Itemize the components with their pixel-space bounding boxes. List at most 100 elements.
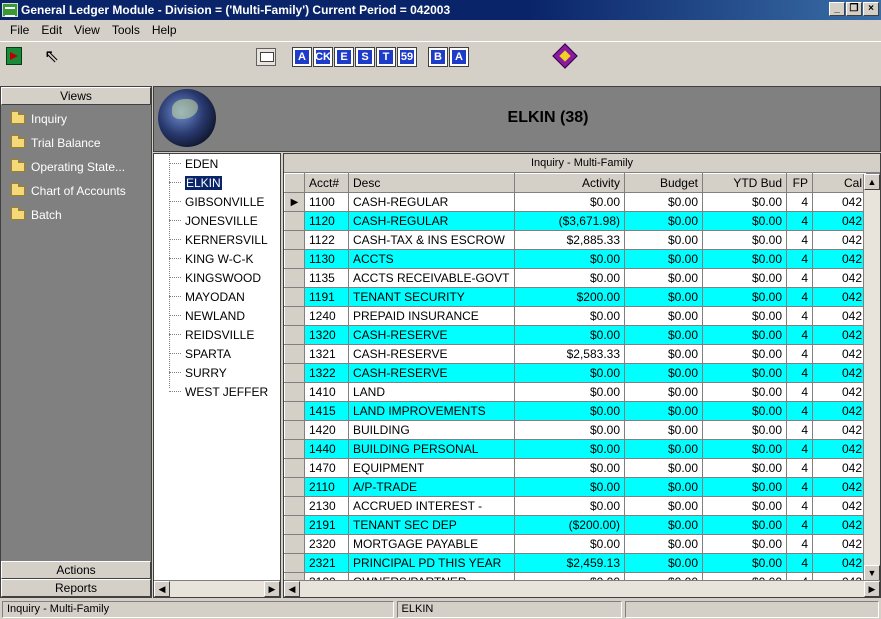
row-indicator[interactable] [284, 401, 305, 421]
table-cell[interactable]: 1415 [304, 401, 349, 421]
row-indicator[interactable] [284, 534, 305, 554]
row-indicator[interactable] [284, 477, 305, 497]
table-row[interactable]: 1321 CASH-RESERVE $2,583.33 $0.00 $0.00 4 042 [284, 344, 867, 364]
table-cell[interactable]: $0.00 [702, 249, 787, 269]
table-cell[interactable]: $0.00 [624, 249, 703, 269]
table-cell[interactable]: 4 [786, 496, 813, 516]
table-cell[interactable]: 4 [786, 344, 813, 364]
table-cell[interactable]: $0.00 [624, 439, 703, 459]
table-cell[interactable]: 1240 [304, 306, 349, 326]
table-cell[interactable]: $0.00 [514, 496, 625, 516]
row-indicator[interactable] [284, 344, 305, 364]
tree-horizontal-scrollbar[interactable]: ◀ ▶ [154, 580, 280, 597]
table-cell[interactable]: 042 [812, 306, 867, 326]
column-header-acct[interactable]: Acct# [304, 173, 349, 193]
grid-horizontal-scrollbar[interactable]: ◀ ▶ [284, 580, 880, 597]
minimize-button[interactable]: _ [829, 2, 845, 16]
row-indicator[interactable] [284, 249, 305, 269]
table-cell[interactable]: 2191 [304, 515, 349, 535]
table-cell[interactable]: BUILDING [348, 420, 515, 440]
table-cell[interactable]: $0.00 [624, 534, 703, 554]
table-cell[interactable]: $0.00 [514, 306, 625, 326]
table-row[interactable]: 2130 ACCRUED INTEREST - $0.00 $0.00 $0.00 4 04… [284, 496, 867, 516]
table-cell[interactable]: $0.00 [514, 534, 625, 554]
scroll-left-icon[interactable]: ◀ [284, 581, 300, 597]
table-cell[interactable]: $0.00 [624, 458, 703, 478]
table-row[interactable]: 1320 CASH-RESERVE $0.00 $0.00 $0.00 4 042 [284, 325, 867, 345]
table-cell[interactable]: 2110 [304, 477, 349, 497]
table-cell[interactable]: 4 [786, 420, 813, 440]
table-cell[interactable]: 4 [786, 401, 813, 421]
table-row[interactable]: 2191 TENANT SEC DEP ($200.00) $0.00 $0.00 4 04… [284, 515, 867, 535]
table-cell[interactable]: CASH-REGULAR [348, 192, 515, 212]
table-cell[interactable]: CASH-RESERVE [348, 363, 515, 383]
table-cell[interactable]: 1440 [304, 439, 349, 459]
table-cell[interactable]: 042 [812, 382, 867, 402]
tree-item[interactable]: KERNERSVILL [154, 230, 280, 249]
table-cell[interactable]: 1120 [304, 211, 349, 231]
row-indicator[interactable] [284, 496, 305, 516]
table-cell[interactable]: LAND IMPROVEMENTS [348, 401, 515, 421]
table-cell[interactable]: 4 [786, 363, 813, 383]
table-cell[interactable]: CASH-RESERVE [348, 325, 515, 345]
table-row[interactable]: 1191 TENANT SECURITY $200.00 $0.00 $0.00 4 042 [284, 287, 867, 307]
column-header-desc[interactable]: Desc [348, 173, 515, 193]
table-cell[interactable]: 042 [812, 458, 867, 478]
table-cell[interactable]: $0.00 [624, 382, 703, 402]
table-cell[interactable]: 4 [786, 458, 813, 478]
row-indicator[interactable] [284, 439, 305, 459]
tree-item[interactable]: KING W-C-K [154, 249, 280, 268]
row-indicator[interactable] [284, 230, 305, 250]
table-cell[interactable]: CASH-RESERVE [348, 344, 515, 364]
table-cell[interactable]: $0.00 [624, 344, 703, 364]
table-cell[interactable]: $0.00 [702, 477, 787, 497]
table-cell[interactable]: 042 [812, 477, 867, 497]
table-cell[interactable]: $200.00 [514, 287, 625, 307]
toolbar-button-t[interactable]: T [376, 47, 396, 67]
row-indicator[interactable] [284, 325, 305, 345]
scroll-up-icon[interactable]: ▲ [864, 174, 880, 190]
table-cell[interactable]: 042 [812, 287, 867, 307]
column-header-cal[interactable]: Cal [812, 173, 867, 193]
tree-item[interactable]: SURRY [154, 363, 280, 382]
table-cell[interactable]: $0.00 [702, 306, 787, 326]
row-indicator[interactable] [284, 458, 305, 478]
row-indicator[interactable] [284, 420, 305, 440]
table-cell[interactable]: $0.00 [702, 287, 787, 307]
table-row[interactable]: 1240 PREPAID INSURANCE $0.00 $0.00 $0.00 4 042 [284, 306, 867, 326]
table-row[interactable]: 1440 BUILDING PERSONAL $0.00 $0.00 $0.00 4 042 [284, 439, 867, 459]
table-cell[interactable]: 042 [812, 420, 867, 440]
table-cell[interactable]: $0.00 [514, 382, 625, 402]
table-row[interactable]: 1415 LAND IMPROVEMENTS $0.00 $0.00 $0.00 4 042 [284, 401, 867, 421]
table-cell[interactable]: 4 [786, 192, 813, 212]
table-row[interactable]: 1470 EQUIPMENT $0.00 $0.00 $0.00 4 042 [284, 458, 867, 478]
table-cell[interactable]: $0.00 [514, 458, 625, 478]
table-cell[interactable]: 042 [812, 344, 867, 364]
table-row[interactable]: 1120 CASH-REGULAR ($3,671.98) $0.00 $0.00 4 04… [284, 211, 867, 231]
table-cell[interactable]: PRINCIPAL PD THIS YEAR [348, 553, 515, 573]
tree-item[interactable]: EDEN [154, 154, 280, 173]
table-cell[interactable]: 042 [812, 401, 867, 421]
row-indicator[interactable] [284, 553, 305, 573]
scroll-left-icon[interactable]: ◀ [154, 581, 170, 597]
table-cell[interactable]: 4 [786, 382, 813, 402]
table-cell[interactable]: 1135 [304, 268, 349, 288]
table-cell[interactable]: $0.00 [702, 230, 787, 250]
toolbar-button-e[interactable]: E [334, 47, 354, 67]
table-cell[interactable]: 042 [812, 363, 867, 383]
table-cell[interactable]: 042 [812, 515, 867, 535]
table-cell[interactable]: $0.00 [624, 306, 703, 326]
table-cell[interactable]: $0.00 [624, 420, 703, 440]
tree-item[interactable]: KINGSWOOD [154, 268, 280, 287]
table-cell[interactable]: $0.00 [514, 401, 625, 421]
table-cell[interactable]: 042 [812, 268, 867, 288]
restore-button[interactable]: ❐ [846, 2, 862, 16]
table-cell[interactable]: 4 [786, 534, 813, 554]
table-cell[interactable]: $0.00 [702, 325, 787, 345]
tree-item[interactable]: REIDSVILLE [154, 325, 280, 344]
row-indicator[interactable] [284, 363, 305, 383]
table-cell[interactable]: 4 [786, 325, 813, 345]
table-cell[interactable]: 1470 [304, 458, 349, 478]
table-row[interactable]: 2321 PRINCIPAL PD THIS YEAR $2,459.13 $0.00… [284, 553, 867, 573]
view-item-inquiry[interactable]: Inquiry [1, 107, 151, 131]
